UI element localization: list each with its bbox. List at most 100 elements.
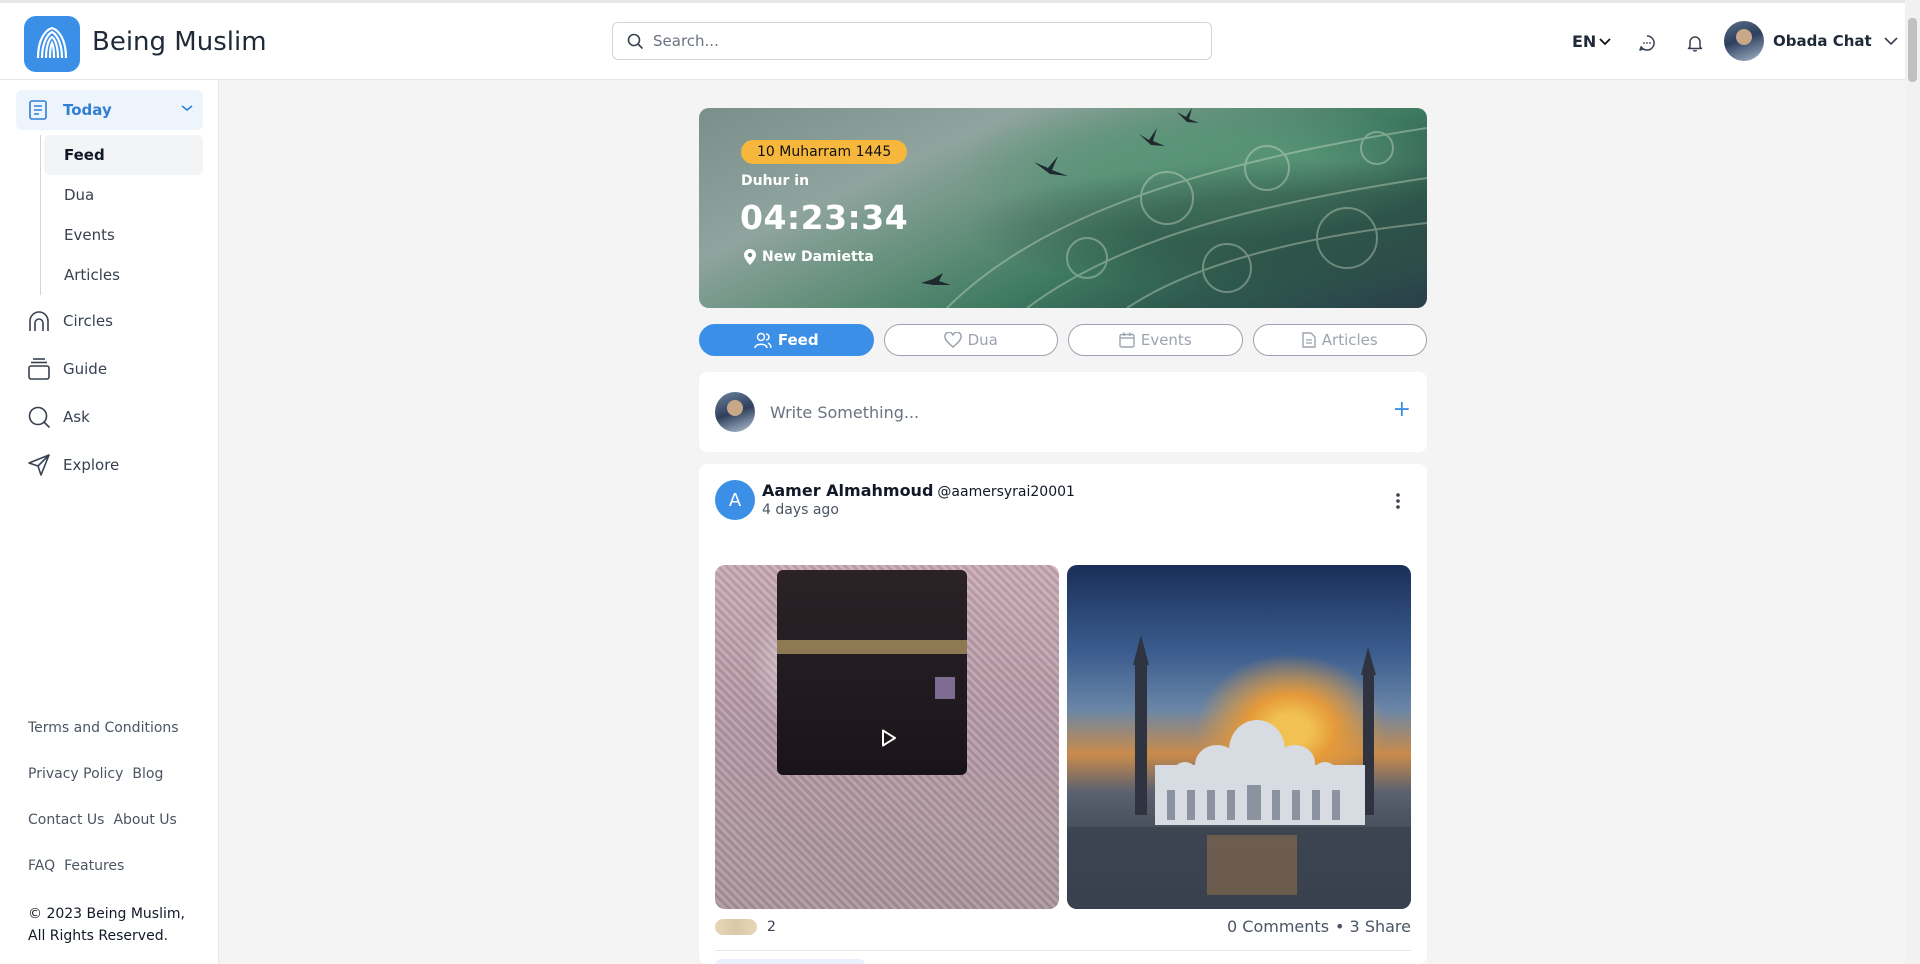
- notifications-button[interactable]: [1685, 33, 1705, 53]
- location-name: New Damietta: [762, 249, 874, 265]
- reaction-count: 2: [767, 919, 776, 935]
- arch-icon: [29, 311, 49, 331]
- hijri-date-badge: 10 Muharram 1445: [741, 140, 908, 164]
- author-name[interactable]: Aamer Almahmoud: [762, 481, 933, 500]
- tab-articles[interactable]: Articles: [1252, 324, 1427, 356]
- tab-label: Articles: [1321, 331, 1378, 349]
- chevron-down-icon: [1599, 37, 1611, 45]
- sidebar-item-circles[interactable]: Circles: [27, 297, 119, 345]
- location-label: New Damietta: [744, 249, 874, 265]
- tab-label: Feed: [777, 331, 819, 349]
- post-author-line: Aamer Almahmoud @aamersyrai20001: [762, 481, 1075, 500]
- sidebar-item-label: Circles: [63, 312, 113, 330]
- tab-label: Dua: [967, 331, 998, 349]
- top-header: Being Muslim EN Obada Chat: [0, 3, 1905, 80]
- sidebar-item-ask[interactable]: Ask: [27, 393, 119, 441]
- search-icon: [627, 33, 643, 49]
- blog-link[interactable]: Blog: [132, 766, 163, 812]
- sidebar-subitem-events[interactable]: Events: [41, 215, 203, 255]
- main-nav: Circles Guide Ask Explore: [27, 297, 119, 489]
- users-icon: [754, 332, 772, 349]
- language-selector[interactable]: EN: [1572, 32, 1611, 51]
- sidebar-item-label: Guide: [63, 360, 108, 378]
- page-scrollbar[interactable]: [1905, 0, 1920, 964]
- arch-logo-icon: [36, 26, 68, 59]
- bird-graphic: [921, 273, 951, 285]
- heart-icon: [943, 332, 962, 348]
- kaaba-graphic: [777, 570, 967, 775]
- sidebar-item-label: Today: [63, 101, 112, 119]
- sidebar-item-today[interactable]: Today: [16, 90, 203, 130]
- map-pin-icon: [744, 249, 756, 265]
- sidebar-subitem-feed[interactable]: Feed: [44, 135, 203, 175]
- sidebar-item-label: Ask: [63, 408, 90, 426]
- play-icon: [882, 729, 896, 747]
- tab-feed[interactable]: Feed: [699, 324, 874, 356]
- user-avatar: [1724, 21, 1764, 61]
- post-stats: 0 Comments • 3 Share: [1227, 917, 1411, 936]
- next-prayer-label: Duhur in: [741, 173, 810, 189]
- search-bubble-icon: [28, 406, 50, 428]
- about-us-link[interactable]: About Us: [113, 812, 176, 858]
- sidebar-item-label: Explore: [63, 456, 120, 474]
- author-handle[interactable]: @aamersyrai20001: [937, 484, 1075, 500]
- share-count[interactable]: • 3 Share: [1335, 917, 1411, 936]
- language-label: EN: [1572, 32, 1597, 51]
- faq-link[interactable]: FAQ: [28, 858, 55, 904]
- composer-placeholder[interactable]: Write Something...: [770, 403, 919, 422]
- feed-post: A Aamer Almahmoud @aamersyrai20001 4 days…: [699, 464, 1427, 964]
- composer-avatar: [715, 392, 755, 432]
- post-action-button[interactable]: [715, 959, 865, 964]
- tab-label: Events: [1140, 331, 1192, 349]
- add-post-button[interactable]: +: [1393, 399, 1411, 421]
- messages-button[interactable]: [1637, 33, 1657, 53]
- search-input[interactable]: [653, 32, 1173, 50]
- tab-events[interactable]: Events: [1068, 324, 1243, 356]
- terms-link[interactable]: Terms and Conditions: [28, 720, 179, 766]
- prayer-time-card: 10 Muharram 1445 Duhur in 04:23:34 New D…: [699, 108, 1427, 308]
- app-title[interactable]: Being Muslim: [92, 27, 267, 57]
- footer-links: Terms and Conditions Privacy Policy Blog…: [28, 720, 179, 904]
- contact-us-link[interactable]: Contact Us: [28, 812, 104, 858]
- author-avatar[interactable]: A: [715, 480, 755, 520]
- post-video[interactable]: [715, 565, 1059, 909]
- privacy-policy-link[interactable]: Privacy Policy: [28, 766, 123, 812]
- post-options-button[interactable]: [1395, 492, 1401, 514]
- app-logo[interactable]: [24, 16, 80, 72]
- chevron-down-icon: [1884, 37, 1898, 46]
- search-bar[interactable]: [612, 22, 1212, 60]
- features-link[interactable]: Features: [64, 858, 124, 904]
- more-vertical-icon: [1396, 493, 1400, 509]
- user-menu[interactable]: Obada Chat: [1724, 21, 1898, 61]
- today-subnav: Feed Dua Events Articles: [40, 135, 203, 295]
- mosque-graphic: [1067, 635, 1411, 909]
- post-reactions[interactable]: 2: [715, 919, 776, 935]
- kaaba-band-graphic: [777, 640, 967, 654]
- bird-graphic: [1139, 128, 1165, 146]
- comments-count[interactable]: 0 Comments: [1227, 917, 1329, 936]
- dome-pattern-graphic: [946, 127, 1427, 308]
- scrollbar-thumb[interactable]: [1908, 18, 1917, 82]
- send-icon: [28, 454, 50, 476]
- kaaba-door-graphic: [935, 677, 955, 699]
- play-button[interactable]: [875, 725, 901, 751]
- prayer-countdown: 04:23:34: [740, 198, 909, 237]
- sidebar-item-explore[interactable]: Explore: [27, 441, 119, 489]
- tab-dua[interactable]: Dua: [883, 324, 1058, 356]
- post-composer[interactable]: Write Something... +: [699, 372, 1427, 452]
- post-timestamp: 4 days ago: [762, 502, 839, 518]
- bird-graphic: [1034, 156, 1068, 176]
- notes-icon: [29, 100, 47, 120]
- sidebar-subitem-dua[interactable]: Dua: [41, 175, 203, 215]
- reaction-icons: [715, 919, 757, 935]
- layers-icon: [28, 358, 50, 380]
- post-divider: [715, 950, 1411, 951]
- post-image[interactable]: [1067, 565, 1411, 909]
- chat-icon: [1639, 35, 1655, 51]
- sidebar-item-guide[interactable]: Guide: [27, 345, 119, 393]
- sidebar: Today Feed Dua Events Articles Circles G…: [0, 80, 219, 964]
- bird-graphic: [1177, 108, 1199, 123]
- bell-icon: [1687, 36, 1703, 52]
- content-tabs: Feed Dua Events Articles: [699, 324, 1427, 356]
- sidebar-subitem-articles[interactable]: Articles: [41, 255, 203, 295]
